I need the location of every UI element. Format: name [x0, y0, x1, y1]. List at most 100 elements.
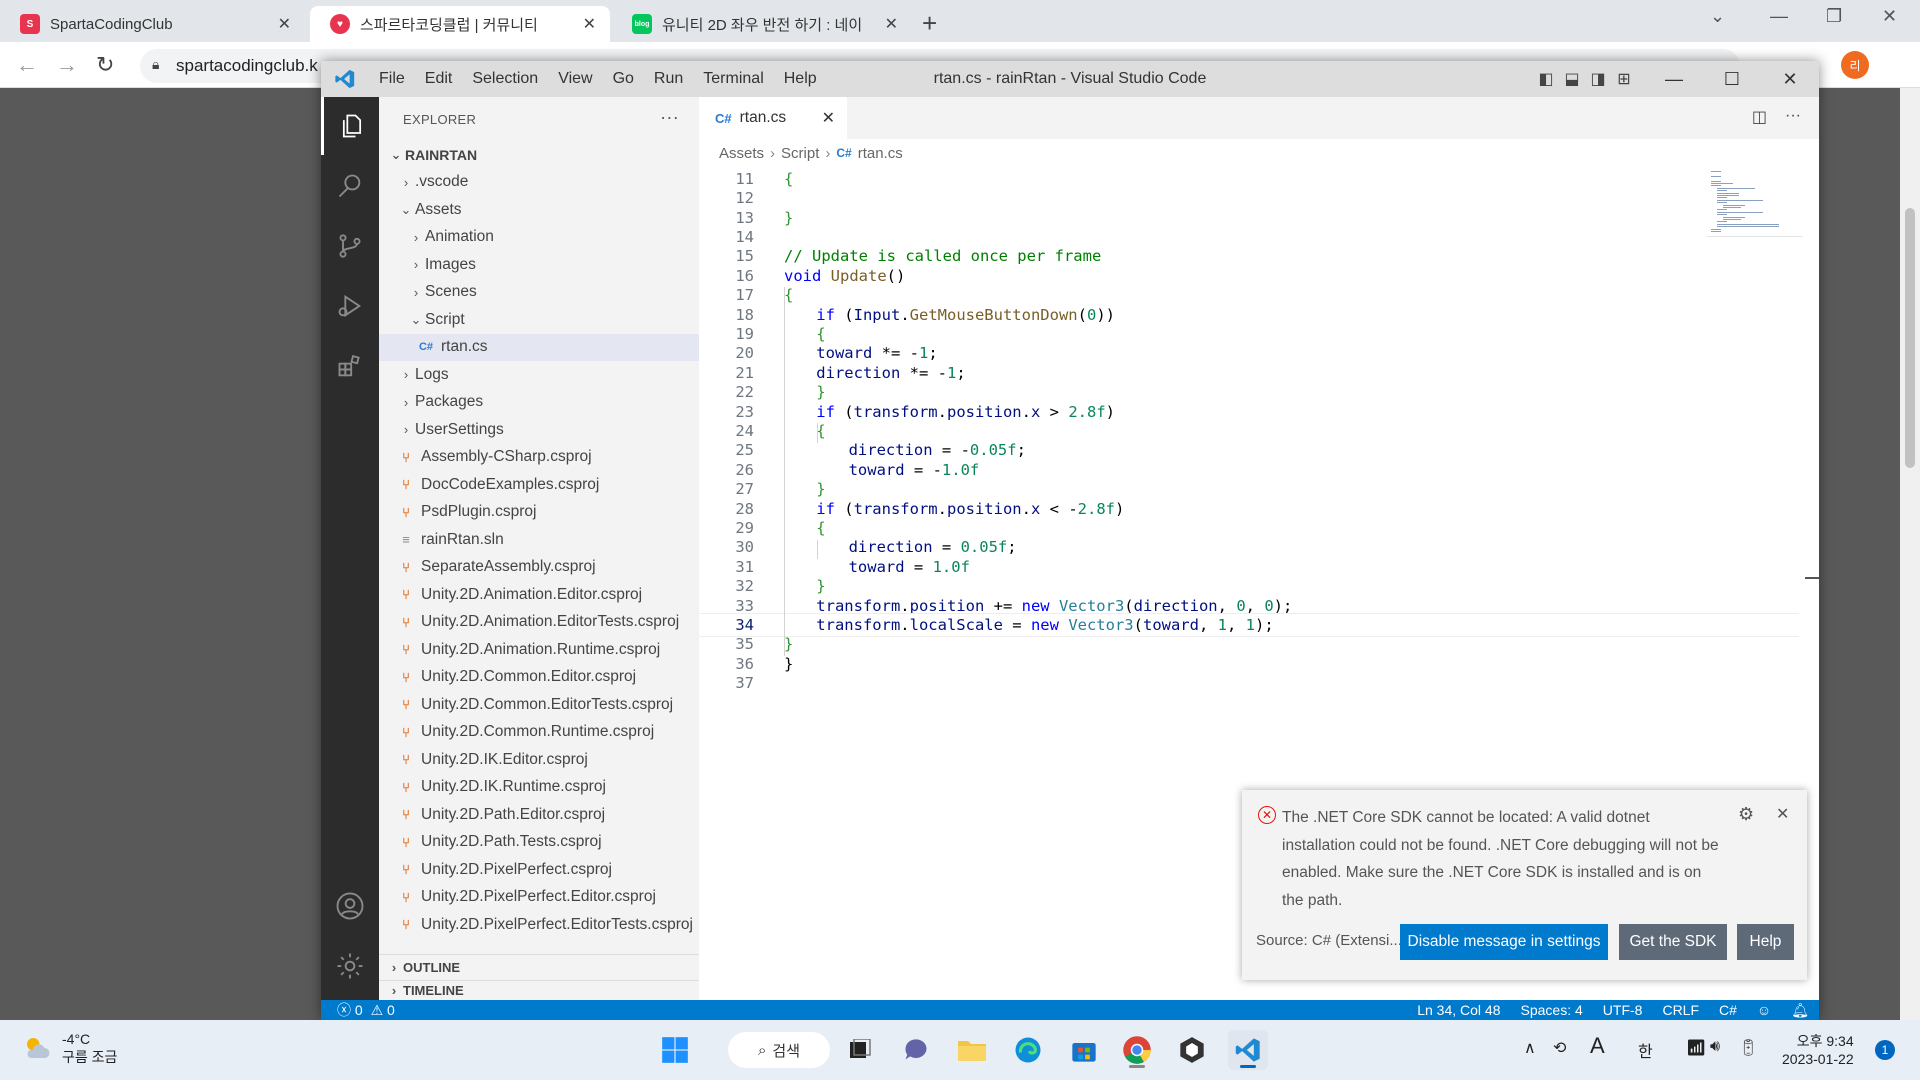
tree-file[interactable]: ⑂ Unity.2D.Common.Editor.csproj — [379, 664, 699, 692]
minimize-icon[interactable]: — — [1770, 6, 1788, 27]
menu-go[interactable]: Go — [603, 70, 644, 88]
edge-browser-icon[interactable] — [1008, 1030, 1048, 1070]
chat-icon[interactable] — [896, 1030, 936, 1070]
close-tab-icon[interactable]: ✕ — [822, 108, 835, 128]
back-icon[interactable]: ← — [16, 52, 38, 78]
start-windows-icon[interactable] — [655, 1030, 695, 1070]
code-line[interactable]: 37 — [699, 671, 1799, 695]
new-tab-icon[interactable]: + — [922, 8, 937, 39]
tree-file[interactable]: ⑂ Unity.2D.Common.EditorTests.csproj — [379, 691, 699, 719]
wifi-icon[interactable]: 📶︎ — [1686, 1038, 1706, 1058]
vscode-minimize-icon[interactable]: — — [1645, 61, 1703, 97]
vscode-maximize-icon[interactable]: ☐ — [1703, 61, 1761, 97]
notification-close-icon[interactable]: ✕ — [1776, 804, 1789, 824]
tree-file[interactable]: ⑂ Assembly-CSharp.csproj — [379, 444, 699, 472]
toggle-panel-icon[interactable]: ⬓ — [1559, 61, 1585, 97]
menu-file[interactable]: File — [369, 70, 415, 88]
vscode-taskbar-icon[interactable] — [1228, 1030, 1268, 1070]
outline-section[interactable]: › OUTLINE — [379, 954, 699, 980]
encoding[interactable]: UTF-8 — [1603, 1002, 1643, 1018]
microsoft-store-icon[interactable] — [1064, 1030, 1104, 1070]
tree-file[interactable]: ≡ rainRtan.sln — [379, 526, 699, 554]
tree-folder[interactable]: › Animation — [379, 224, 699, 252]
menu-view[interactable]: View — [548, 70, 602, 88]
tab-close-icon[interactable]: ✕ — [885, 14, 898, 34]
tab-search-icon[interactable]: ⌄ — [1710, 6, 1725, 27]
disable-message-button[interactable]: Disable message in settings — [1400, 924, 1608, 960]
profile-avatar[interactable]: 리 — [1841, 51, 1869, 79]
vscode-close-icon[interactable]: ✕ — [1761, 61, 1819, 97]
tree-folder[interactable]: › Images — [379, 251, 699, 279]
task-view-icon[interactable] — [840, 1030, 880, 1070]
sync-icon[interactable]: ⟲ — [1553, 1038, 1566, 1058]
battery-icon[interactable]: 🔋︎ — [1738, 1038, 1758, 1058]
tab-close-icon[interactable]: ✕ — [583, 14, 596, 34]
tree-file[interactable]: ⑂ Unity.2D.PixelPerfect.EditorTests.cspro… — [379, 911, 699, 939]
get-sdk-button[interactable]: Get the SDK — [1619, 924, 1727, 960]
tree-file[interactable]: ⑂ Unity.2D.Animation.Runtime.csproj — [379, 636, 699, 664]
tree-file[interactable]: ⑂ Unity.2D.IK.Editor.csproj — [379, 746, 699, 774]
browser-tab-blog[interactable]: blog 유니티 2D 좌우 반전 하기 : 네이 ✕ — [612, 6, 912, 42]
tree-file[interactable]: ⑂ Unity.2D.Path.Tests.csproj — [379, 829, 699, 857]
tree-folder[interactable]: ⌄ Script — [379, 306, 699, 334]
forward-icon[interactable]: → — [56, 52, 78, 78]
toggle-sidebar-icon[interactable]: ◧ — [1533, 61, 1559, 97]
browser-tab-sparta[interactable]: S SpartaCodingClub ✕ — [0, 6, 305, 42]
workspace-root[interactable]: ⌄ RAINRTAN — [379, 141, 699, 169]
help-button[interactable]: Help — [1737, 924, 1794, 960]
accounts-icon[interactable] — [321, 877, 379, 935]
tree-file[interactable]: C# rtan.cs — [379, 333, 699, 361]
menu-help[interactable]: Help — [774, 70, 827, 88]
cursor-position[interactable]: Ln 34, Col 48 — [1417, 1002, 1500, 1018]
toggle-secondary-sidebar-icon[interactable]: ◨ — [1585, 61, 1611, 97]
file-explorer-icon[interactable] — [952, 1030, 992, 1070]
source-control-icon[interactable] — [321, 217, 379, 275]
indentation[interactable]: Spaces: 4 — [1521, 1002, 1583, 1018]
line-ending[interactable]: CRLF — [1662, 1002, 1699, 1018]
browser-tab-community[interactable]: ♥ 스파르타코딩클럽 | 커뮤니티 ✕ — [310, 6, 610, 42]
feedback-icon[interactable]: ☺ — [1757, 1002, 1771, 1018]
editor-tab-rtan[interactable]: C# rtan.cs ✕ — [699, 97, 847, 139]
show-hidden-icons-chevron-icon[interactable]: ∧ — [1524, 1038, 1536, 1058]
extensions-icon[interactable] — [321, 337, 379, 395]
tree-file[interactable]: ⑂ PsdPlugin.csproj — [379, 499, 699, 527]
menu-terminal[interactable]: Terminal — [693, 70, 773, 88]
tree-file[interactable]: ⑂ Unity.2D.PixelPerfect.csproj — [379, 856, 699, 884]
weather-widget[interactable]: -4°C 구름 조금 — [22, 1030, 117, 1066]
tree-folder[interactable]: ⌄ Assets — [379, 196, 699, 224]
explorer-icon[interactable] — [321, 97, 379, 155]
notifications-bell-icon[interactable]: 🔔︎ — [1791, 1002, 1809, 1019]
split-editor-icon[interactable]: ◫ — [1752, 107, 1767, 127]
problems-status[interactable]: ⓧ 0 ⚠ 0 — [321, 1000, 395, 1020]
tree-file[interactable]: ⑂ Unity.2D.Animation.EditorTests.csproj — [379, 609, 699, 637]
restore-icon[interactable]: ❐ — [1826, 6, 1842, 27]
close-window-icon[interactable]: ✕ — [1882, 6, 1897, 27]
tree-folder[interactable]: › Logs — [379, 361, 699, 389]
page-scrollbar[interactable] — [1900, 88, 1920, 1020]
more-actions-icon[interactable]: ··· — [660, 107, 679, 128]
tree-file[interactable]: ⑂ Unity.2D.Common.Runtime.csproj — [379, 719, 699, 747]
editor-more-icon[interactable]: ··· — [1785, 107, 1801, 127]
scrollbar-thumb[interactable] — [1905, 208, 1915, 468]
run-debug-icon[interactable] — [321, 277, 379, 335]
search-icon[interactable] — [321, 157, 379, 215]
menu-edit[interactable]: Edit — [415, 70, 463, 88]
timeline-section[interactable]: › TIMELINE — [379, 980, 699, 1000]
tree-file[interactable]: ⑂ Unity.2D.IK.Runtime.csproj — [379, 774, 699, 802]
language-mode[interactable]: C# — [1719, 1002, 1737, 1018]
reload-icon[interactable]: ↻ — [96, 52, 114, 78]
tree-file[interactable]: ⑂ Unity.2D.Path.Editor.csproj — [379, 801, 699, 829]
tab-close-icon[interactable]: ✕ — [278, 14, 291, 34]
tree-file[interactable]: ⑂ DocCodeExamples.csproj — [379, 471, 699, 499]
minimap[interactable] — [1707, 167, 1803, 237]
volume-icon[interactable]: 🔊︎ — [1710, 1038, 1720, 1056]
breadcrumb-assets[interactable]: Assets — [719, 145, 764, 162]
tree-file[interactable]: ⑂ Unity.2D.Animation.Editor.csproj — [379, 581, 699, 609]
notification-settings-gear-icon[interactable]: ⚙ — [1738, 804, 1754, 825]
taskbar-search[interactable]: ⌕ 검색 — [728, 1032, 830, 1068]
unity-hub-icon[interactable] — [1172, 1030, 1212, 1070]
tree-file[interactable]: ⑂ Unity.2D.PixelPerfect.Editor.csproj — [379, 884, 699, 912]
breadcrumb-file[interactable]: rtan.cs — [858, 145, 903, 162]
tree-folder[interactable]: › .vscode — [379, 169, 699, 197]
menu-selection[interactable]: Selection — [462, 70, 548, 88]
